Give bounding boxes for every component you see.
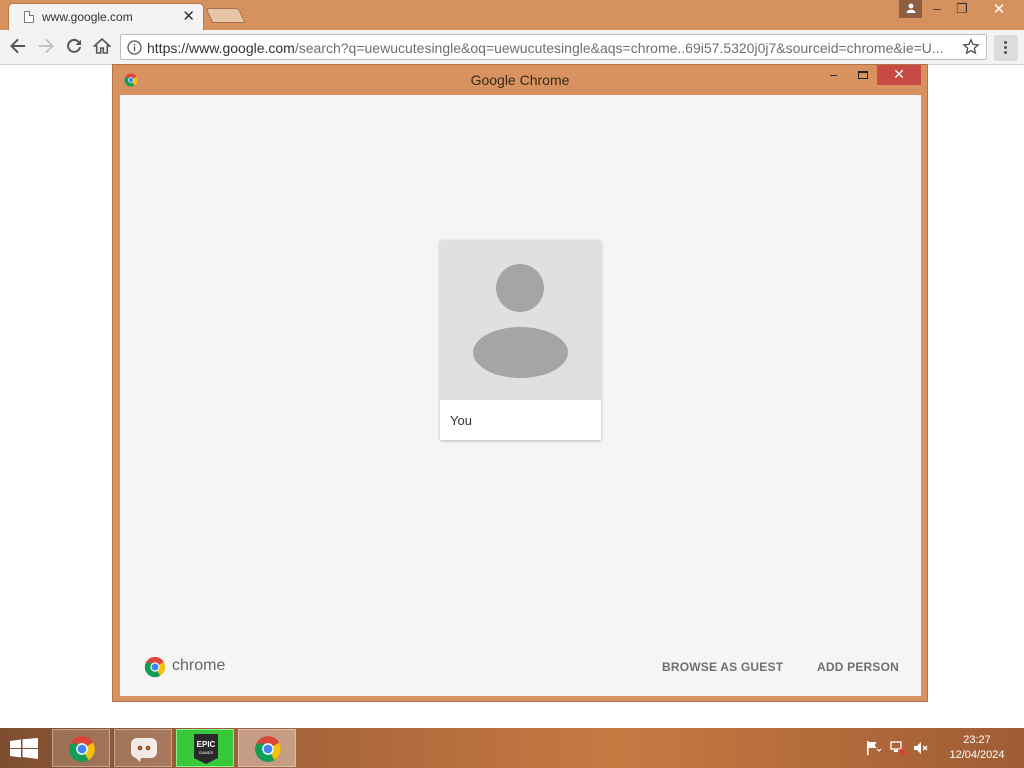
- profile-picker-content: You chrome BROWSE AS GUEST ADD PERSON: [120, 95, 921, 696]
- epic-games-icon: EPIC GAMES: [193, 733, 219, 768]
- new-tab-button[interactable]: [205, 8, 246, 23]
- url-host: https://www.google.com: [147, 40, 295, 56]
- forward-button[interactable]: [35, 37, 57, 59]
- minimize-button[interactable]: –: [924, 0, 950, 20]
- system-clock[interactable]: 23:27 12/04/2024: [942, 733, 1012, 763]
- chrome-icon: [254, 735, 282, 768]
- menu-dot-icon: [1004, 51, 1007, 54]
- tab-title: www.google.com: [42, 10, 133, 24]
- start-button[interactable]: [10, 738, 38, 764]
- chrome-logo-icon: [144, 656, 166, 683]
- action-center-flag-icon[interactable]: [866, 741, 882, 760]
- chrome-icon: [68, 735, 96, 768]
- home-icon: [92, 37, 112, 54]
- browser-titlebar: www.google.com ✕ – ❐ ✕: [0, 0, 1024, 30]
- volume-muted-icon[interactable]: [913, 741, 929, 760]
- profile-card-you[interactable]: You: [440, 240, 601, 440]
- person-icon: [906, 3, 915, 13]
- dialog-minimize-button[interactable]: –: [830, 67, 837, 82]
- taskbar: EPIC GAMES 23:27 12/04/2024: [0, 728, 1024, 768]
- tab-close-icon[interactable]: ✕: [182, 7, 195, 25]
- taskbar-chrome-button[interactable]: [52, 729, 110, 767]
- taskbar-chrome-button-active[interactable]: [238, 729, 296, 767]
- add-person-button[interactable]: ADD PERSON: [817, 660, 899, 674]
- reload-icon: [67, 38, 81, 53]
- restore-button[interactable]: ❐: [949, 0, 975, 20]
- dialog-title: Google Chrome: [470, 72, 570, 88]
- browser-toolbar: https://www.google.com/search?q=uewucute…: [0, 30, 1024, 65]
- network-disconnected-icon[interactable]: [890, 741, 906, 760]
- address-bar[interactable]: https://www.google.com/search?q=uewucute…: [120, 34, 987, 60]
- menu-dot-icon: [1004, 41, 1007, 44]
- bookmark-star-icon[interactable]: [962, 38, 980, 61]
- clock-date: 12/04/2024: [949, 749, 1005, 761]
- url-text: https://www.google.com/search?q=uewucute…: [147, 40, 957, 56]
- taskbar-discord-button[interactable]: [114, 729, 172, 767]
- dialog-close-button[interactable]: ✕: [877, 65, 921, 85]
- profile-switcher-button[interactable]: [899, 0, 922, 18]
- epic-label-top: EPIC: [197, 740, 216, 749]
- reload-button[interactable]: [63, 37, 85, 59]
- avatar: [440, 240, 601, 400]
- profile-name: You: [450, 413, 472, 428]
- epic-label-bottom: GAMES: [199, 750, 214, 755]
- browser-menu-button[interactable]: [994, 35, 1018, 61]
- page-icon: [24, 11, 34, 23]
- url-path: /search?q=uewucutesingle&oq=uewucutesing…: [294, 40, 944, 56]
- profile-picker-window: Google Chrome – ✕ You chrome BROWSE AS G…: [112, 64, 928, 702]
- back-button[interactable]: [7, 37, 29, 59]
- clock-time: 23:27: [963, 734, 991, 746]
- browse-as-guest-button[interactable]: BROWSE AS GUEST: [662, 660, 783, 674]
- chrome-wordmark: chrome: [172, 657, 226, 674]
- back-arrow-icon: [10, 38, 25, 54]
- taskbar-epic-games-button[interactable]: EPIC GAMES: [176, 729, 234, 767]
- windows-logo-icon: [10, 738, 38, 759]
- dialog-maximize-button[interactable]: [858, 71, 868, 79]
- menu-dot-icon: [1004, 46, 1007, 49]
- close-button[interactable]: ✕: [974, 0, 1024, 20]
- discord-icon: [130, 735, 158, 768]
- home-button[interactable]: [91, 37, 113, 59]
- avatar-body-shape: [473, 327, 568, 378]
- forward-arrow-icon: [39, 38, 54, 54]
- info-icon[interactable]: [127, 40, 142, 60]
- tab-google[interactable]: www.google.com ✕: [8, 3, 204, 30]
- avatar-head-shape: [496, 264, 544, 312]
